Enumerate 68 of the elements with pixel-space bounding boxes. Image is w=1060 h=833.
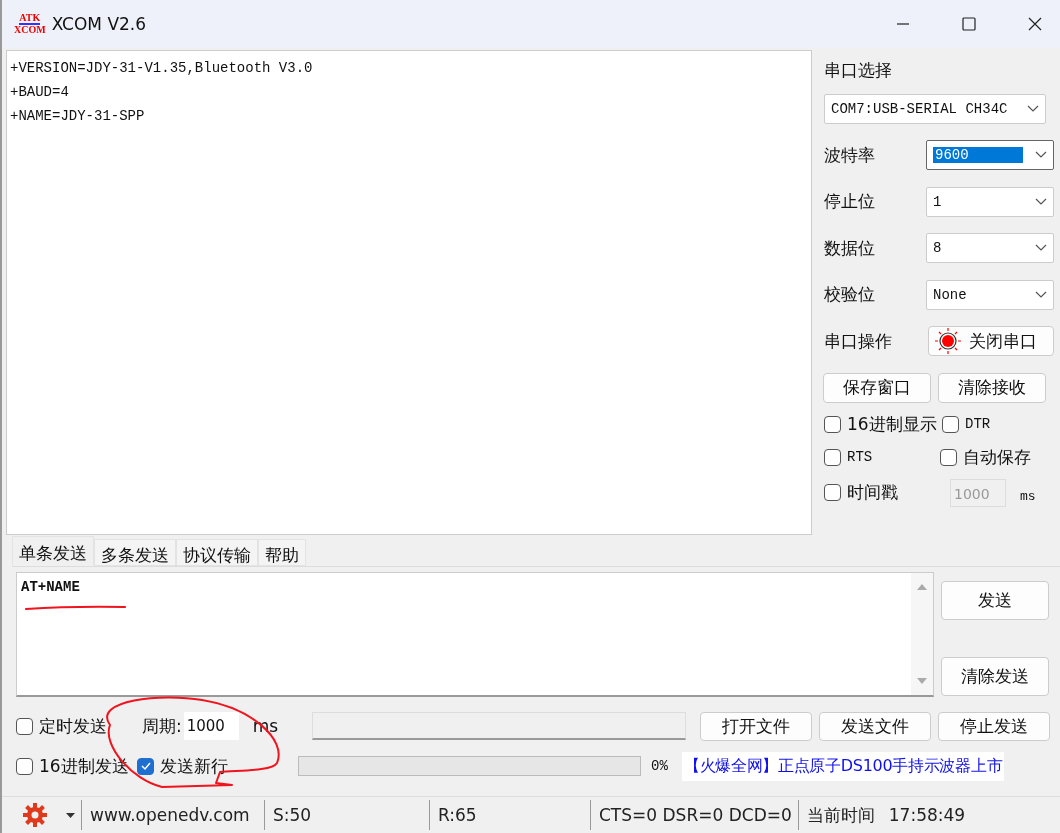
checkbox[interactable] [940,448,957,466]
file-button[interactable]: 打开文件 [700,711,813,741]
tab[interactable]: 单条发送 [12,536,94,566]
checkbox-label: DTR [965,416,991,432]
website-link[interactable]: www.openedv.com [88,805,264,825]
unit-label: ms [1020,489,1036,504]
gear-icon[interactable] [22,802,48,828]
received-line: +NAME=JDY-31-SPP [10,107,146,126]
checkbox-label: 定时发送 [39,714,107,738]
received-line: +BAUD=4 [10,83,70,102]
progress-reading: 0% [651,758,668,774]
file-button[interactable]: 发送文件 [819,711,932,741]
signal-status: CTS=0 DSR=0 DCD=0 [598,805,793,825]
checkbox-label: RTS [847,449,873,465]
send-button[interactable]: 清除发送 [941,657,1049,696]
ad-link[interactable]: 【火爆全网】正点原子DS100手持示波器上市 [681,751,1005,781]
chevron-icon [1027,105,1039,113]
checkbox[interactable] [16,757,33,775]
setting-dropdown[interactable]: 1 [926,186,1054,217]
caret-icon[interactable] [66,812,75,818]
panel-button[interactable]: 清除接收 [938,372,1046,403]
send-text-area[interactable]: AT+NAME [16,572,934,697]
setting-label: 停止位 [824,190,875,213]
checkbox[interactable] [824,415,841,433]
chevron-icon [1035,290,1047,299]
period-label: 周期: [142,714,182,738]
file-path-field[interactable] [312,712,687,740]
current-time: 17:58:49 [887,805,967,825]
tab[interactable]: 帮助 [258,539,306,566]
checkbox-label: 自动保存 [963,445,1031,469]
checkbox-label: 发送新行 [160,754,228,778]
period-field[interactable]: 1000 [183,712,239,740]
received-line: +VERSION=JDY-31-V1.35,Bluetooth V3.0 [10,59,314,78]
maximize-icon[interactable] [962,17,976,31]
app-logo: ATK XCOM [14,13,46,35]
setting-dropdown[interactable]: 8 [926,233,1054,263]
checkbox-label: 时间戳 [847,481,898,504]
tab[interactable]: 协议传输 [176,539,258,566]
file-button[interactable]: 停止发送 [938,711,1051,741]
checkbox-label: 16进制显示 [847,412,937,436]
setting-dropdown[interactable]: 9600 [926,140,1054,170]
received-count: R:65 [437,805,478,825]
setting-dropdown[interactable]: None [926,279,1054,310]
setting-label: 波特率 [824,143,875,167]
panel-button[interactable]: 保存窗口 [823,372,931,403]
checkbox[interactable] [942,415,959,433]
close-icon[interactable] [1028,17,1042,31]
port-select-label: 串口选择 [824,59,893,82]
checkbox[interactable] [824,448,841,466]
serial-operation-label: 串口操作 [824,329,892,353]
checkbox[interactable] [137,757,154,775]
setting-label: 数据位 [824,236,875,260]
send-button[interactable]: 发送 [941,581,1049,620]
close-port-button[interactable]: 关闭串口 [928,326,1054,356]
time-label: 当前时间 [805,803,876,827]
setting-label: 校验位 [824,283,875,306]
chevron-icon [1035,197,1047,206]
chevron-icon [1035,151,1047,159]
checkbox-label: 16进制发送 [39,754,129,778]
receive-area[interactable]: +VERSION=JDY-31-V1.35,Bluetooth V3.0 +BAUD=4 +NAME=JDY-31-SPP [6,50,812,535]
port-dropdown[interactable]: COM7:USB-SERIAL CH34C [824,94,1046,124]
send-text: AT+NAME [21,579,80,595]
check-icon [139,760,152,772]
sent-count: S:50 [272,805,313,825]
chevron-icon [1035,244,1047,252]
window-title: XCOM V2.6 [51,14,147,34]
tab[interactable]: 多条发送 [94,539,176,566]
checkbox[interactable] [16,717,33,735]
